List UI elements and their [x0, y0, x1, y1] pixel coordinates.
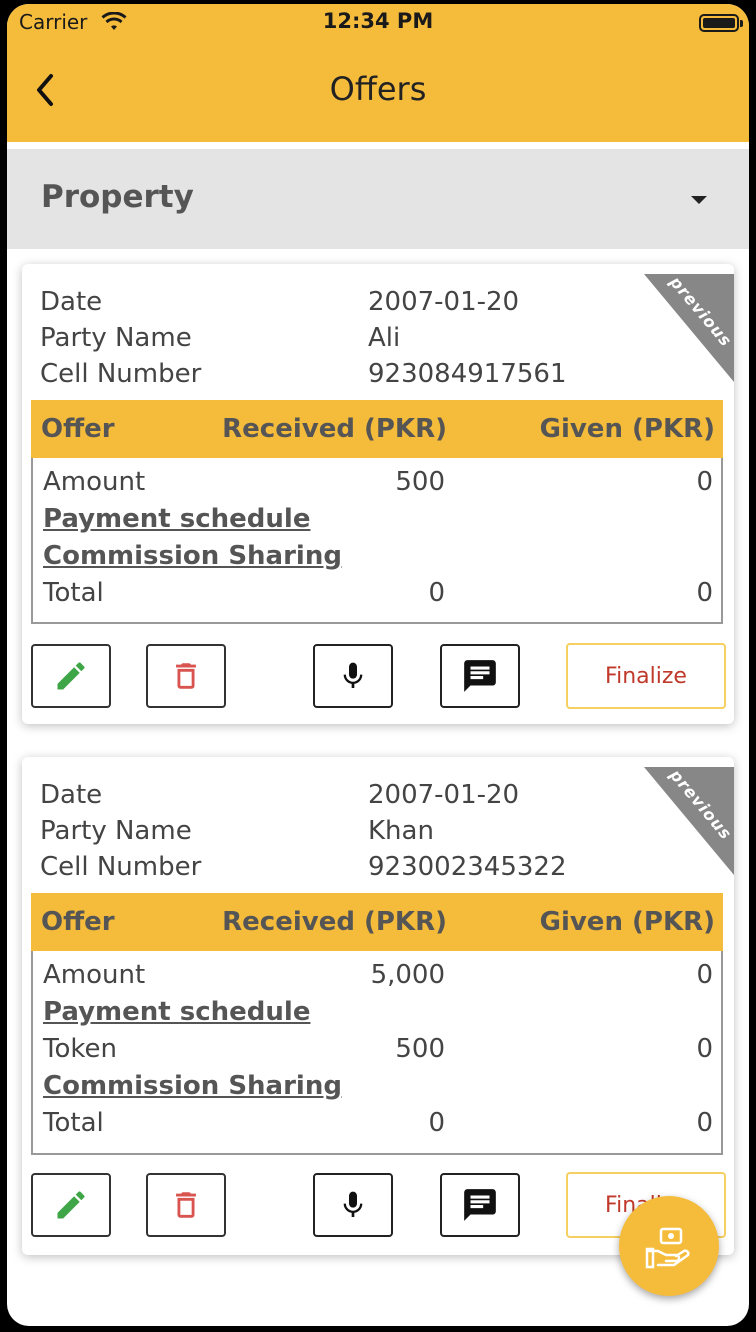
status-time: 12:34 PM: [322, 9, 434, 33]
status-bar: Carrier 12:34 PM: [7, 4, 749, 44]
finalize-button[interactable]: Finalize: [566, 643, 726, 709]
total-received: 0: [428, 578, 445, 608]
cell-number-value: 923002345322: [368, 852, 567, 882]
delete-button[interactable]: [146, 644, 226, 708]
chat-icon: [464, 1189, 496, 1221]
date-value: 2007-01-20: [368, 287, 520, 317]
offer-table-header: Offer Received (PKR) Given (PKR): [31, 400, 723, 458]
payment-schedule-link[interactable]: Payment schedule: [43, 994, 310, 1031]
previous-ribbon: previous: [644, 274, 734, 382]
total-label: Total: [43, 1108, 104, 1138]
received-column-header: Received (PKR): [222, 907, 447, 937]
amount-received: 500: [395, 467, 445, 497]
amount-label: Amount: [43, 467, 146, 497]
party-name-value: Ali: [368, 323, 401, 353]
given-column-header: Given (PKR): [539, 907, 715, 937]
table-row: Payment schedule: [33, 501, 721, 538]
pencil-icon: [57, 662, 85, 690]
amount-given: 0: [696, 467, 713, 497]
party-name-label: Party Name: [40, 323, 192, 353]
category-dropdown[interactable]: Property: [7, 149, 749, 249]
pencil-icon: [57, 1191, 85, 1219]
previous-ribbon: previous: [644, 767, 734, 875]
offer-table-header: Offer Received (PKR) Given (PKR): [31, 893, 723, 951]
offer-table: Amount 5,000 0 Payment schedule Token 50…: [31, 951, 723, 1155]
table-row: Payment schedule: [33, 994, 721, 1031]
amount-received: 5,000: [370, 960, 445, 990]
token-given: 0: [696, 1034, 713, 1064]
page-title: Offers: [329, 70, 427, 108]
edit-button[interactable]: [31, 644, 111, 708]
cell-number-label: Cell Number: [40, 852, 202, 882]
total-label: Total: [43, 578, 104, 608]
add-offer-fab[interactable]: [619, 1196, 719, 1296]
screen: Carrier 12:34 PM Offers Property previou…: [7, 4, 749, 1326]
header-bar: Carrier 12:34 PM Offers: [7, 4, 749, 142]
table-row: Total 0 0: [33, 1105, 721, 1142]
delete-button[interactable]: [146, 1173, 226, 1237]
date-label: Date: [40, 287, 103, 317]
offer-card: previous Date 2007-01-20 Party Name Khan C…: [22, 757, 734, 1255]
amount-given: 0: [696, 960, 713, 990]
voice-button[interactable]: [313, 1173, 393, 1237]
commission-sharing-link[interactable]: Commission Sharing: [43, 1068, 342, 1105]
microphone-icon: [343, 1191, 363, 1217]
table-row: Token 500 0: [33, 1031, 721, 1068]
table-row: Amount 5,000 0: [33, 957, 721, 994]
token-received: 500: [395, 1034, 445, 1064]
date-value: 2007-01-20: [368, 780, 520, 810]
total-given: 0: [696, 578, 713, 608]
edit-button[interactable]: [31, 1173, 111, 1237]
message-button[interactable]: [440, 1173, 520, 1237]
message-button[interactable]: [440, 644, 520, 708]
table-row: Commission Sharing: [33, 538, 721, 575]
battery-icon: [699, 14, 743, 32]
offer-card: previous Date 2007-01-20 Party Name Ali Ce…: [22, 264, 734, 724]
table-row: Commission Sharing: [33, 1068, 721, 1105]
trash-icon: [176, 663, 196, 689]
cell-number-label: Cell Number: [40, 359, 202, 389]
hand-money-icon: [645, 1227, 690, 1269]
voice-button[interactable]: [313, 644, 393, 708]
payment-schedule-link[interactable]: Payment schedule: [43, 501, 310, 538]
party-name-label: Party Name: [40, 816, 192, 846]
token-label: Token: [43, 1034, 117, 1064]
offer-table: Amount 500 0 Payment schedule Commission…: [31, 458, 723, 624]
received-column-header: Received (PKR): [222, 414, 447, 444]
party-name-value: Khan: [368, 816, 434, 846]
microphone-icon: [343, 662, 363, 688]
offer-column-header: Offer: [41, 907, 115, 937]
table-row: Amount 500 0: [33, 464, 721, 501]
commission-sharing-link[interactable]: Commission Sharing: [43, 538, 342, 575]
amount-label: Amount: [43, 960, 146, 990]
caret-down-icon: [691, 196, 707, 204]
given-column-header: Given (PKR): [539, 414, 715, 444]
cell-number-value: 923084917561: [368, 359, 567, 389]
date-label: Date: [40, 780, 103, 810]
offer-column-header: Offer: [41, 414, 115, 444]
chat-icon: [464, 660, 496, 692]
total-given: 0: [696, 1108, 713, 1138]
category-dropdown-value: Property: [41, 179, 194, 215]
table-row: Total 0 0: [33, 575, 721, 612]
trash-icon: [176, 1192, 196, 1218]
total-received: 0: [428, 1108, 445, 1138]
